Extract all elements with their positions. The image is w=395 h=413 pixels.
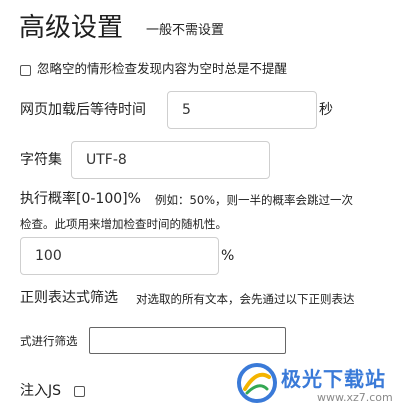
probability-unit: % [221, 248, 235, 264]
probability-hint-line2: 检查。此项用来增加检查时间的随机性。 [20, 217, 227, 231]
charset-label: 字符集 [20, 152, 62, 168]
probability-value: 100 [35, 248, 62, 264]
charset-input[interactable]: UTF-8 [71, 141, 270, 179]
probability-label: 执行概率[0-100]% [20, 191, 141, 207]
probability-hint-line1: 例如：50%，则一半的概率会跳过一次 [155, 193, 354, 207]
inject-js-checkbox[interactable] [74, 386, 85, 397]
inject-js-label: 注入JS [20, 383, 62, 399]
aurora-logo-icon [237, 363, 277, 403]
watermark-url: www.xz7.com [317, 391, 393, 404]
watermark: 极光下载站 www.xz7.com [237, 359, 393, 409]
wait-time-unit: 秒 [319, 102, 333, 118]
watermark-brand: 极光下载站 [281, 367, 386, 391]
ignore-empty-label: 忽略空的情形检查发现内容为空时总是不提醒 [37, 61, 288, 76]
wait-time-label: 网页加载后等待时间 [20, 102, 146, 118]
regex-input[interactable] [89, 327, 286, 354]
charset-value: UTF-8 [86, 152, 127, 168]
regex-hint-line1: 对选取的所有文本，会先通过以下正则表达 [136, 292, 355, 306]
regex-hint-line2: 式进行筛选 [20, 334, 78, 348]
wait-time-value: 5 [182, 102, 191, 118]
ignore-empty-checkbox[interactable] [20, 65, 31, 76]
page-subtitle: 一般不需设置 [146, 23, 225, 38]
regex-label: 正则表达式筛选 [20, 290, 118, 306]
wait-time-input[interactable]: 5 [167, 91, 317, 129]
probability-input[interactable]: 100 [20, 237, 219, 275]
page-title: 高级设置 [19, 13, 124, 43]
